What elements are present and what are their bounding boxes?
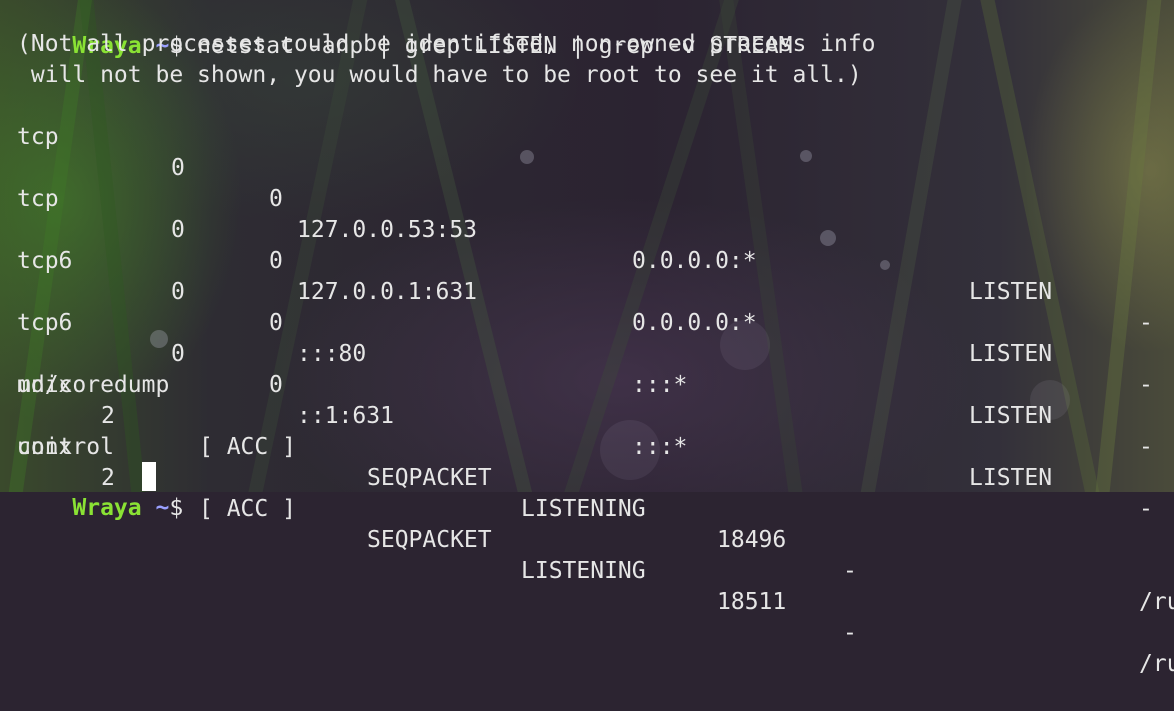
- terminal-output[interactable]: Wraya ~$ netstat -anp | grep LISTEN | gr…: [0, 0, 1174, 677]
- foreign-address-cell: 0.0.0.0:*: [632, 310, 757, 336]
- path-wrap-line: md/coredump: [17, 372, 170, 398]
- proto-cell: tcp6: [17, 310, 73, 336]
- pid-cell: -: [843, 558, 857, 584]
- table-row: tcp 0 0 127.0.0.1:631 0.0.0.0:* LISTEN -: [17, 153, 1174, 398]
- pid-cell: -: [843, 620, 857, 646]
- foreign-address-cell: :::*: [632, 434, 688, 460]
- pid-cell: -: [1139, 496, 1153, 522]
- prompt-path: ~: [155, 495, 170, 521]
- path-cell: /ru: [1139, 651, 1174, 677]
- sendq-cell: 0: [269, 248, 283, 274]
- inode-cell: 18496: [717, 527, 787, 553]
- pid-cell: -: [1139, 372, 1153, 398]
- sendq-cell: 0: [269, 372, 283, 398]
- foreign-address-cell: :::*: [632, 372, 688, 398]
- command-line: Wraya ~$ netstat -anp | grep LISTEN | gr…: [17, 0, 792, 59]
- table-row: tcp6 0 0 :::80 :::* LISTEN -: [17, 215, 1174, 460]
- flags-cell: [ ACC ]: [199, 496, 296, 522]
- inode-cell: 18511: [717, 589, 787, 615]
- sendq-cell: 0: [269, 186, 283, 212]
- foreign-address-cell: 0.0.0.0:*: [632, 248, 757, 274]
- state-cell: LISTENING: [521, 558, 646, 584]
- pid-cell: -: [1139, 310, 1153, 336]
- proto-cell: tcp: [17, 186, 59, 212]
- path-wrap-line: control: [17, 434, 114, 460]
- table-row: unix 2 [ ACC ] SEQPACKET LISTENING 18511…: [17, 401, 1174, 677]
- prompt-symbol: $: [169, 495, 184, 521]
- type-cell: SEQPACKET: [367, 465, 492, 491]
- sendq-cell: 0: [269, 310, 283, 336]
- state-cell: LISTENING: [521, 496, 646, 522]
- path-cell: /ru: [1139, 589, 1174, 615]
- type-cell: SEQPACKET: [367, 527, 492, 553]
- notice-line-2: will not be shown, you would have to be …: [17, 62, 862, 88]
- notice-line-1: (Not all processes could be identified, …: [17, 31, 876, 57]
- prompt-line[interactable]: Wraya ~$: [17, 462, 183, 521]
- table-row: tcp6 0 0 ::1:631 :::* LISTEN -: [17, 277, 1174, 522]
- pid-cell: -: [1139, 434, 1153, 460]
- table-row: unix 2 [ ACC ] SEQPACKET LISTENING 18496…: [17, 339, 1174, 615]
- text-cursor: [142, 462, 156, 491]
- proto-cell: tcp6: [17, 248, 73, 274]
- flags-cell: [ ACC ]: [199, 434, 296, 460]
- table-row: tcp 0 0 127.0.0.53:53 0.0.0.0:* LISTEN -: [17, 91, 1174, 336]
- prompt-user: Wraya: [72, 495, 142, 521]
- state-cell: LISTEN: [969, 465, 1053, 491]
- proto-cell: tcp: [17, 124, 59, 150]
